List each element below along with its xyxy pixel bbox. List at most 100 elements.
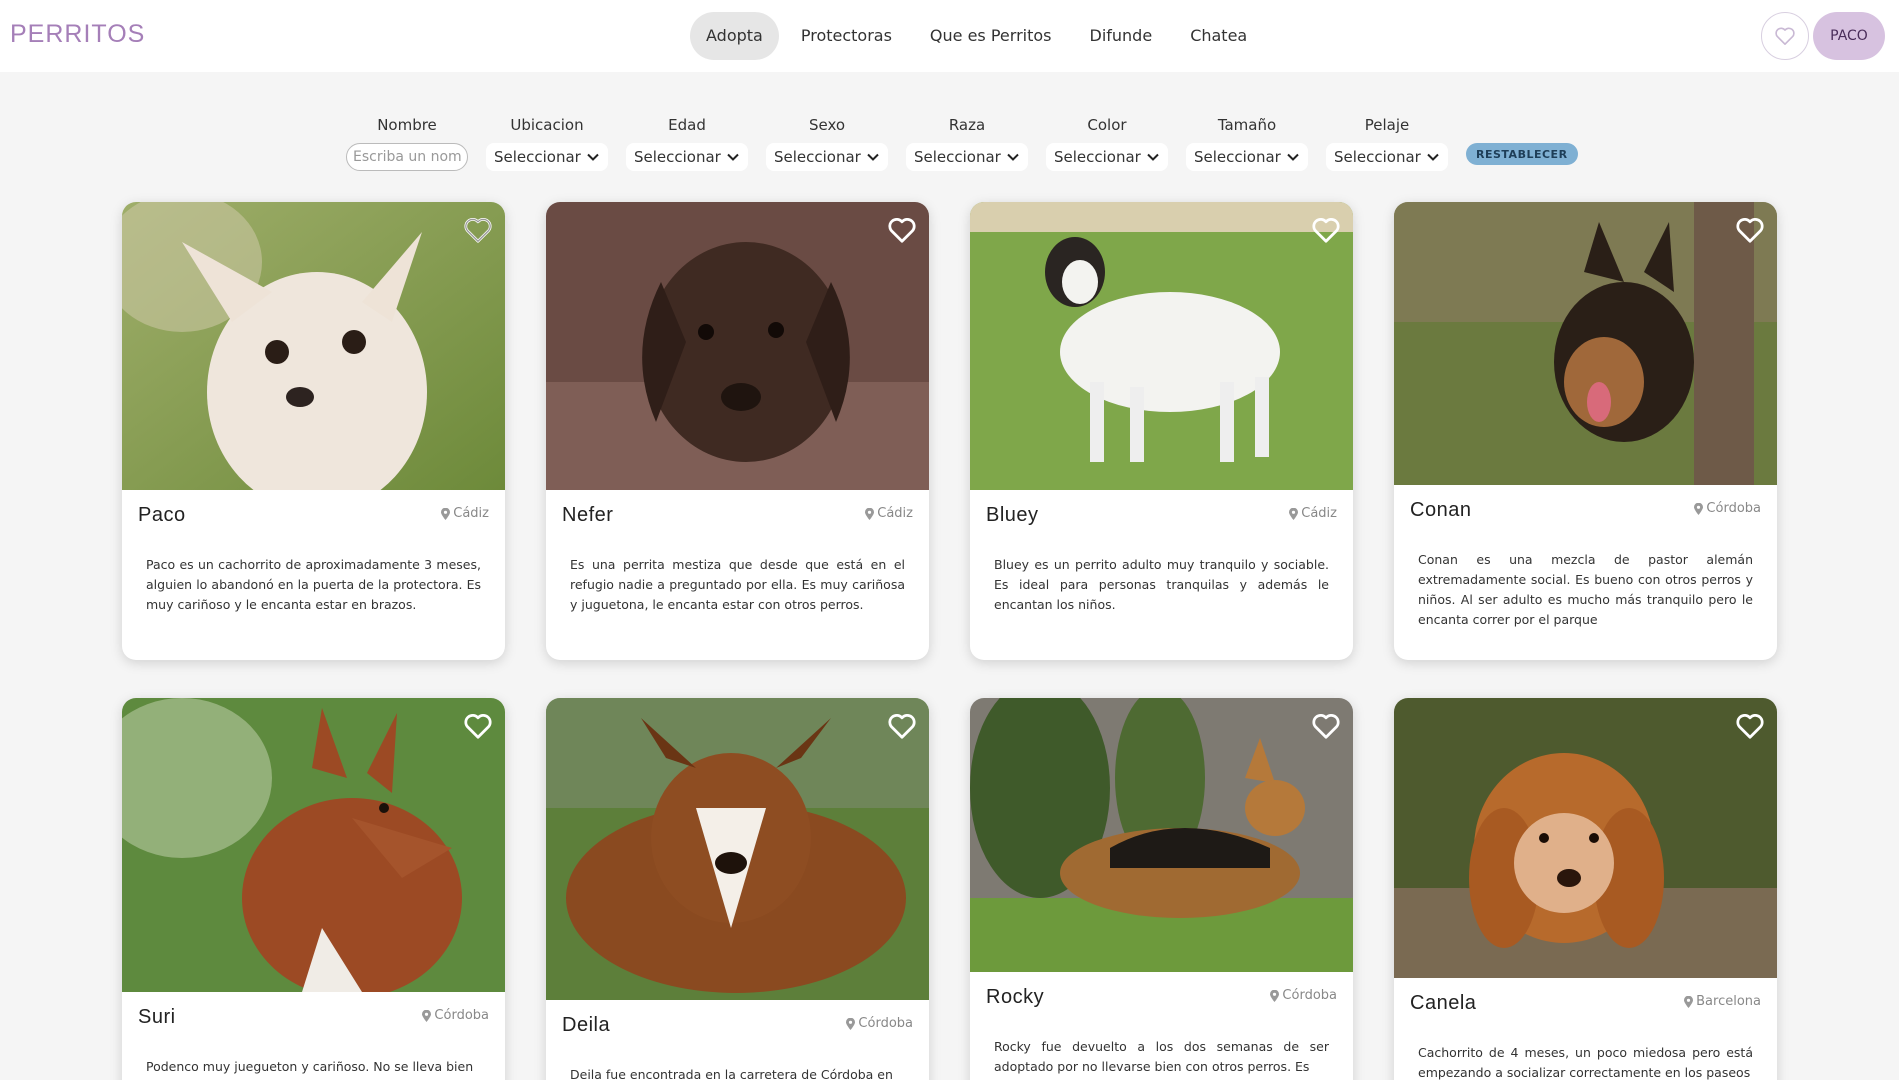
location-pin-icon (1684, 995, 1694, 1008)
filter-label: Color (1087, 116, 1127, 134)
filter-bar: Nombre Ubicacion Seleccionar Edad Selecc… (346, 115, 1578, 171)
card-body: Paco Cádiz Paco es un cachorrito de apro… (122, 490, 505, 660)
card-body: Rocky Córdoba Rocky fue devuelto a los d… (970, 972, 1353, 1080)
card-body: Bluey Cádiz Bluey es un perrito adulto m… (970, 490, 1353, 660)
nav-adopta[interactable]: Adopta (690, 12, 779, 60)
select-value: Seleccionar (1194, 148, 1281, 166)
dog-name: Bluey (986, 504, 1039, 526)
location-label: Córdoba (434, 1008, 489, 1023)
dog-card[interactable]: Deila Córdoba Deila fue encontrada en la… (546, 698, 929, 1080)
nav-chatea[interactable]: Chatea (1174, 12, 1263, 60)
location-label: Barcelona (1696, 994, 1761, 1009)
dog-description: Cachorrito de 4 meses, un poco miedosa p… (1418, 1045, 1753, 1080)
logo[interactable]: PERRITOS (10, 20, 145, 49)
dog-card[interactable]: Canela Barcelona Cachorrito de 4 meses, … (1394, 698, 1777, 1080)
filter-label: Edad (668, 116, 706, 134)
location-pin-icon (1270, 989, 1280, 1002)
dog-photo (546, 202, 929, 490)
heart-outline-icon[interactable] (887, 712, 917, 740)
chevron-down-icon (587, 153, 599, 161)
dog-location: Cádiz (865, 506, 913, 521)
main-nav: Adopta Protectoras Que es Perritos Difun… (690, 12, 1263, 60)
dog-description: Bluey es un perrito adulto muy tranquilo… (994, 557, 1329, 612)
raza-select[interactable]: Seleccionar (906, 143, 1028, 171)
name-search-input[interactable] (346, 143, 468, 171)
dog-card[interactable]: Rocky Córdoba Rocky fue devuelto a los d… (970, 698, 1353, 1080)
dog-description: Conan es una mezcla de pastor alemán ext… (1418, 552, 1753, 627)
location-pin-icon (846, 1017, 856, 1030)
location-label: Cádiz (453, 506, 489, 521)
dog-location: Cádiz (1289, 506, 1337, 521)
filter-nombre: Nombre (346, 115, 468, 171)
heart-outline-icon[interactable] (1311, 712, 1341, 740)
pelaje-select[interactable]: Seleccionar (1326, 143, 1448, 171)
location-label: Cádiz (877, 506, 913, 521)
location-pin-icon (422, 1009, 432, 1022)
chevron-down-icon (867, 153, 879, 161)
heart-outline-icon (1775, 27, 1795, 45)
dog-description: Podenco muy juegueton y cariñoso. No se … (146, 1059, 474, 1074)
select-value: Seleccionar (774, 148, 861, 166)
select-value: Seleccionar (914, 148, 1001, 166)
dog-photo (1394, 202, 1777, 485)
filter-label: Raza (948, 116, 986, 134)
dog-photo (546, 698, 929, 1000)
chevron-down-icon (1287, 153, 1299, 161)
dog-location: Córdoba (846, 1016, 913, 1031)
favorites-button[interactable] (1761, 12, 1809, 60)
dog-card[interactable]: Conan Córdoba Conan es una mezcla de pas… (1394, 202, 1777, 660)
dog-description: Paco es un cachorrito de aproximadamente… (146, 557, 481, 612)
location-pin-icon (441, 507, 451, 520)
location-pin-icon (1289, 507, 1299, 520)
nav-protectoras[interactable]: Protectoras (785, 12, 908, 60)
edad-select[interactable]: Seleccionar (626, 143, 748, 171)
reset-filters-button[interactable]: RESTABLECER (1466, 143, 1578, 165)
select-value: Seleccionar (1054, 148, 1141, 166)
heart-outline-icon[interactable] (1311, 216, 1341, 244)
user-button[interactable]: PACO (1813, 12, 1885, 60)
sexo-select[interactable]: Seleccionar (766, 143, 888, 171)
dog-location: Córdoba (422, 1008, 489, 1023)
dog-photo (970, 202, 1353, 490)
nav-difunde[interactable]: Difunde (1074, 12, 1169, 60)
ubicacion-select[interactable]: Seleccionar (486, 143, 608, 171)
dog-name: Nefer (562, 504, 614, 526)
top-header: PERRITOS Adopta Protectoras Que es Perri… (0, 0, 1899, 72)
heart-outline-icon[interactable] (463, 712, 493, 740)
location-pin-icon (1694, 502, 1704, 515)
filter-ubicacion: Ubicacion Seleccionar (486, 115, 608, 171)
dog-card[interactable]: Paco Cádiz Paco es un cachorrito de apro… (122, 202, 505, 660)
dog-description: Es una perrita mestiza que desde que est… (570, 557, 905, 612)
dog-card[interactable]: Bluey Cádiz Bluey es un perrito adulto m… (970, 202, 1353, 660)
location-label: Córdoba (1706, 501, 1761, 516)
dog-photo (122, 202, 505, 512)
chevron-down-icon (1007, 153, 1019, 161)
card-body: Suri Córdoba Podenco muy juegueton y car… (122, 992, 505, 1080)
filter-label: Tamaño (1217, 116, 1277, 134)
dog-description: Rocky fue devuelto a los dos semanas de … (994, 1039, 1329, 1074)
dog-photo (1394, 698, 1777, 978)
heart-outline-icon[interactable] (887, 216, 917, 244)
filter-color: Color Seleccionar (1046, 115, 1168, 171)
dog-name: Paco (138, 504, 186, 526)
heart-outline-icon[interactable] (463, 216, 493, 244)
dog-location: Cádiz (441, 506, 489, 521)
dog-card[interactable]: Nefer Cádiz Es una perrita mestiza que d… (546, 202, 929, 660)
dog-photo (970, 698, 1353, 972)
card-body: Deila Córdoba Deila fue encontrada en la… (546, 1000, 929, 1080)
heart-outline-icon[interactable] (1735, 712, 1765, 740)
nav-que-es-perritos[interactable]: Que es Perritos (914, 12, 1068, 60)
card-body: Conan Córdoba Conan es una mezcla de pas… (1394, 485, 1777, 660)
chevron-down-icon (1427, 153, 1439, 161)
color-select[interactable]: Seleccionar (1046, 143, 1168, 171)
filter-label: Ubicacion (510, 116, 584, 134)
filter-pelaje: Pelaje Seleccionar (1326, 115, 1448, 171)
select-value: Seleccionar (1334, 148, 1421, 166)
filter-label: Pelaje (1364, 116, 1410, 134)
filter-raza: Raza Seleccionar (906, 115, 1028, 171)
dog-location: Barcelona (1684, 994, 1761, 1009)
tamano-select[interactable]: Seleccionar (1186, 143, 1308, 171)
dog-card[interactable]: Suri Córdoba Podenco muy juegueton y car… (122, 698, 505, 1080)
location-label: Córdoba (1282, 988, 1337, 1003)
heart-outline-icon[interactable] (1735, 216, 1765, 244)
